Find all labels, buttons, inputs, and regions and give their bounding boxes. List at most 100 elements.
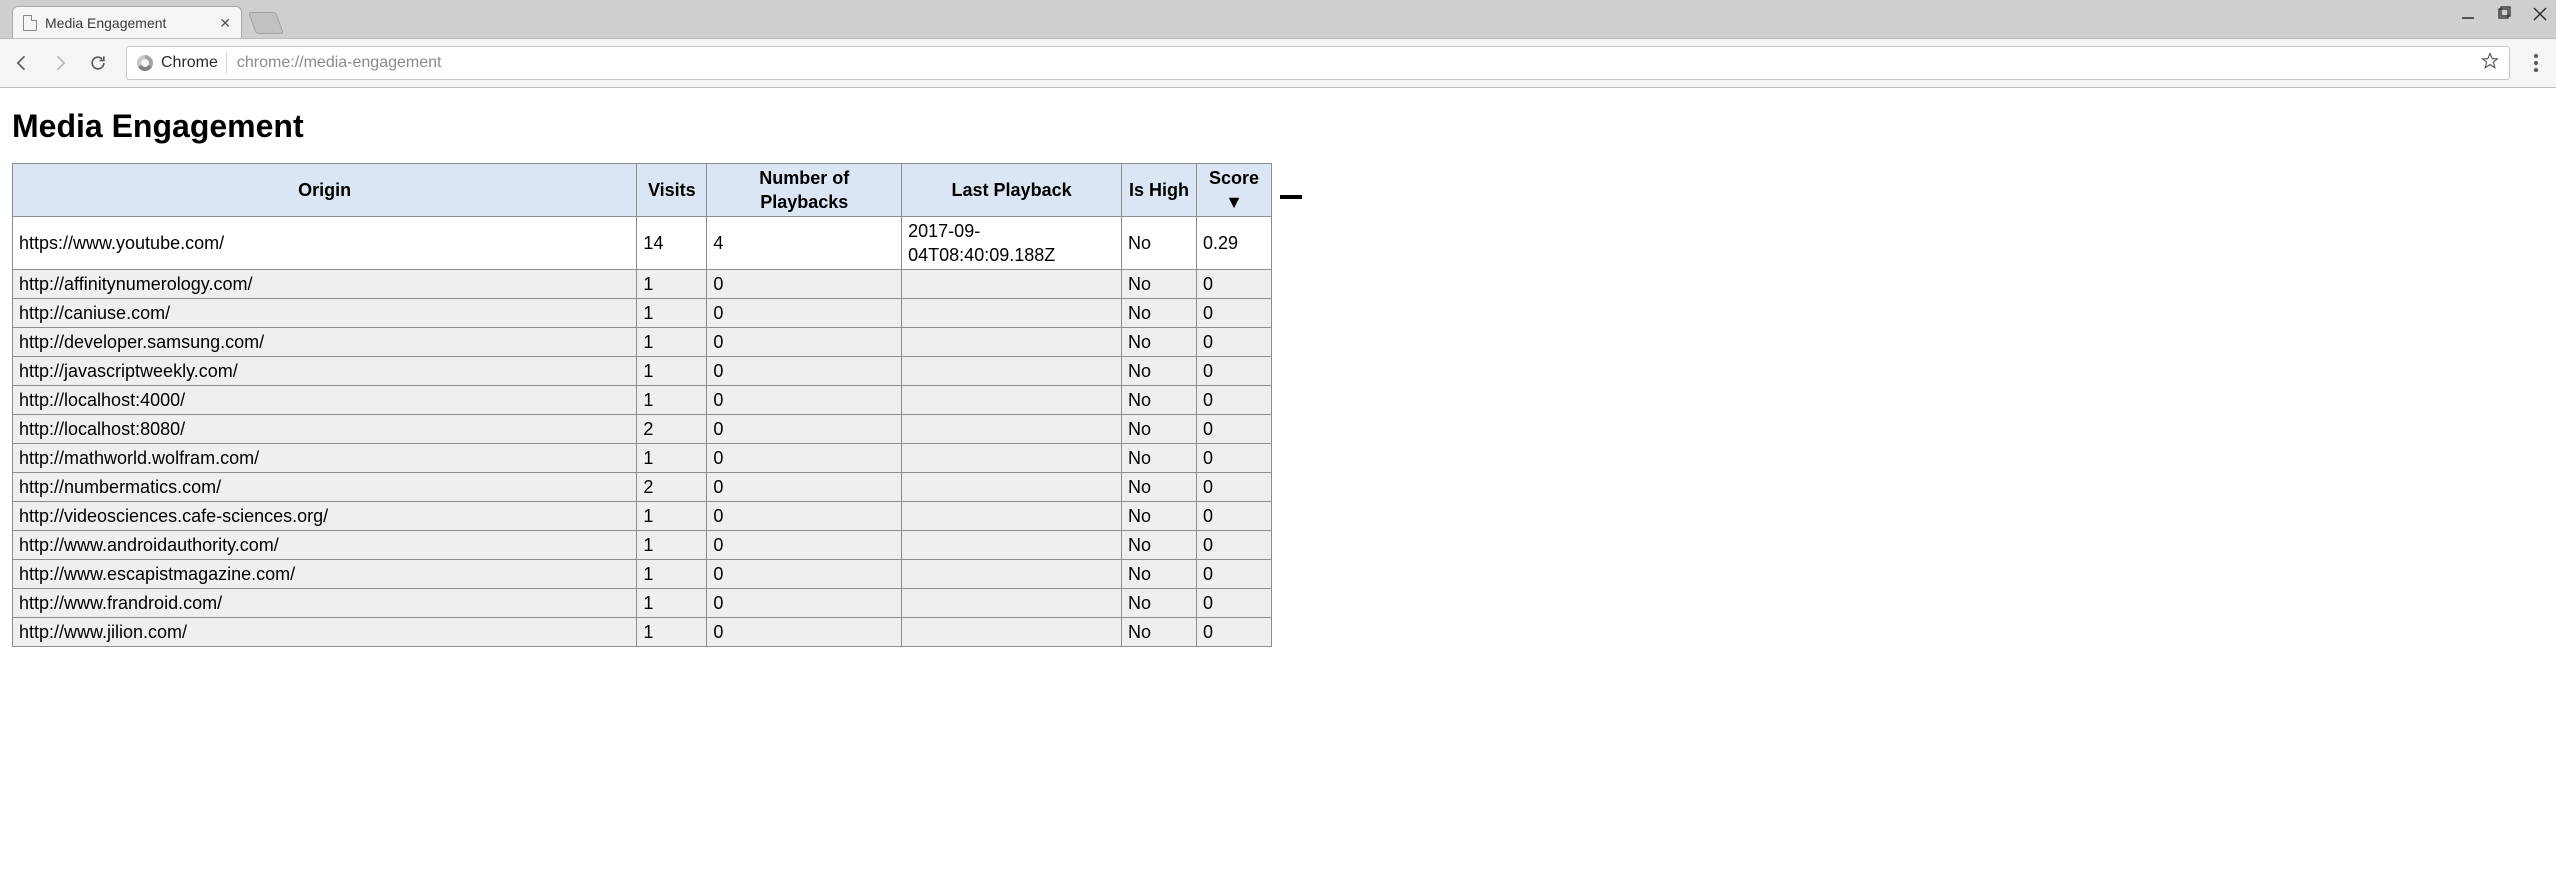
cell-score: 0 xyxy=(1196,444,1271,473)
table-row: http://www.frandroid.com/10No0 xyxy=(13,589,1272,618)
cell-last-playback xyxy=(902,589,1122,618)
cell-score: 0 xyxy=(1196,618,1271,647)
engagement-table: Origin Visits Number of Playbacks Last P… xyxy=(12,163,1272,647)
cell-playbacks: 4 xyxy=(707,217,902,270)
table-row: http://mathworld.wolfram.com/10No0 xyxy=(13,444,1272,473)
cell-last-playback xyxy=(902,415,1122,444)
cell-score: 0 xyxy=(1196,328,1271,357)
cell-visits: 1 xyxy=(637,386,707,415)
cell-score: 0 xyxy=(1196,531,1271,560)
cell-origin: https://www.youtube.com/ xyxy=(13,217,637,270)
cell-playbacks: 0 xyxy=(707,531,902,560)
cell-playbacks: 0 xyxy=(707,502,902,531)
cell-visits: 1 xyxy=(637,560,707,589)
cell-score: 0 xyxy=(1196,386,1271,415)
cell-origin: http://videosciences.cafe-sciences.org/ xyxy=(13,502,637,531)
cell-is-high: No xyxy=(1122,270,1197,299)
cell-is-high: No xyxy=(1122,589,1197,618)
cell-playbacks: 0 xyxy=(707,328,902,357)
cell-is-high: No xyxy=(1122,357,1197,386)
cell-score: 0.29 xyxy=(1196,217,1271,270)
cell-visits: 2 xyxy=(637,415,707,444)
cell-visits: 2 xyxy=(637,473,707,502)
table-row: https://www.youtube.com/1442017-09-04T08… xyxy=(13,217,1272,270)
close-window-icon[interactable] xyxy=(2532,6,2548,27)
browser-toolbar: Chrome chrome://media-engagement xyxy=(0,38,2556,88)
cell-is-high: No xyxy=(1122,560,1197,589)
browser-tab-active[interactable]: Media Engagement ✕ xyxy=(12,6,242,38)
col-score[interactable]: Score ▼ xyxy=(1196,164,1271,217)
url-scheme-label: Chrome xyxy=(161,54,218,72)
back-button[interactable] xyxy=(12,53,32,73)
browser-tabstrip: Media Engagement ✕ xyxy=(0,0,2556,38)
cell-is-high: No xyxy=(1122,217,1197,270)
cell-last-playback xyxy=(902,618,1122,647)
col-origin[interactable]: Origin xyxy=(13,164,637,217)
col-playbacks[interactable]: Number of Playbacks xyxy=(707,164,902,217)
reload-button[interactable] xyxy=(88,53,108,73)
cell-is-high: No xyxy=(1122,531,1197,560)
cell-playbacks: 0 xyxy=(707,270,902,299)
address-bar[interactable]: Chrome chrome://media-engagement xyxy=(126,46,2510,80)
cell-playbacks: 0 xyxy=(707,444,902,473)
table-row: http://www.escapistmagazine.com/10No0 xyxy=(13,560,1272,589)
cell-visits: 1 xyxy=(637,531,707,560)
table-row: http://localhost:8080/20No0 xyxy=(13,415,1272,444)
tab-title: Media Engagement xyxy=(45,15,166,31)
cell-playbacks: 0 xyxy=(707,618,902,647)
table-row: http://numbermatics.com/20No0 xyxy=(13,473,1272,502)
cell-is-high: No xyxy=(1122,444,1197,473)
cell-last-playback xyxy=(902,357,1122,386)
cell-visits: 1 xyxy=(637,618,707,647)
chrome-icon xyxy=(137,55,153,71)
url-text: chrome://media-engagement xyxy=(237,54,442,72)
col-last-playback[interactable]: Last Playback xyxy=(902,164,1122,217)
cell-is-high: No xyxy=(1122,299,1197,328)
table-row: http://developer.samsung.com/10No0 xyxy=(13,328,1272,357)
cell-is-high: No xyxy=(1122,386,1197,415)
cell-score: 0 xyxy=(1196,357,1271,386)
maximize-icon[interactable] xyxy=(2496,6,2512,27)
cell-origin: http://www.androidauthority.com/ xyxy=(13,531,637,560)
cell-playbacks: 0 xyxy=(707,473,902,502)
cell-last-playback xyxy=(902,444,1122,473)
forward-button[interactable] xyxy=(50,53,70,73)
cell-is-high: No xyxy=(1122,502,1197,531)
col-visits[interactable]: Visits xyxy=(637,164,707,217)
browser-menu-button[interactable] xyxy=(2528,54,2544,72)
cell-visits: 1 xyxy=(637,502,707,531)
cell-visits: 1 xyxy=(637,328,707,357)
window-controls xyxy=(2460,6,2548,27)
cell-is-high: No xyxy=(1122,328,1197,357)
close-tab-icon[interactable]: ✕ xyxy=(219,16,231,30)
cell-score: 0 xyxy=(1196,589,1271,618)
col-is-high[interactable]: Is High xyxy=(1122,164,1197,217)
table-header-row: Origin Visits Number of Playbacks Last P… xyxy=(13,164,1272,217)
table-row: http://www.androidauthority.com/10No0 xyxy=(13,531,1272,560)
cell-last-playback xyxy=(902,270,1122,299)
page-content: Media Engagement Origin Visits Number of… xyxy=(0,88,2556,657)
table-row: http://affinitynumerology.com/10No0 xyxy=(13,270,1272,299)
cell-is-high: No xyxy=(1122,618,1197,647)
new-tab-button[interactable] xyxy=(248,12,284,34)
bookmark-star-icon[interactable] xyxy=(2481,52,2499,75)
cell-last-playback xyxy=(902,328,1122,357)
cell-origin: http://javascriptweekly.com/ xyxy=(13,357,637,386)
cell-playbacks: 0 xyxy=(707,299,902,328)
page-icon xyxy=(23,15,37,31)
minimize-icon[interactable] xyxy=(2460,6,2476,27)
cell-is-high: No xyxy=(1122,415,1197,444)
table-row: http://localhost:4000/10No0 xyxy=(13,386,1272,415)
cell-last-playback xyxy=(902,473,1122,502)
cell-last-playback xyxy=(902,560,1122,589)
cell-origin: http://developer.samsung.com/ xyxy=(13,328,637,357)
table-row: http://www.jilion.com/10No0 xyxy=(13,618,1272,647)
cell-last-playback xyxy=(902,531,1122,560)
cell-score: 0 xyxy=(1196,502,1271,531)
cell-visits: 1 xyxy=(637,357,707,386)
cell-last-playback: 2017-09-04T08:40:09.188Z xyxy=(902,217,1122,270)
cell-origin: http://www.frandroid.com/ xyxy=(13,589,637,618)
cell-playbacks: 0 xyxy=(707,415,902,444)
cell-origin: http://affinitynumerology.com/ xyxy=(13,270,637,299)
cell-origin: http://numbermatics.com/ xyxy=(13,473,637,502)
